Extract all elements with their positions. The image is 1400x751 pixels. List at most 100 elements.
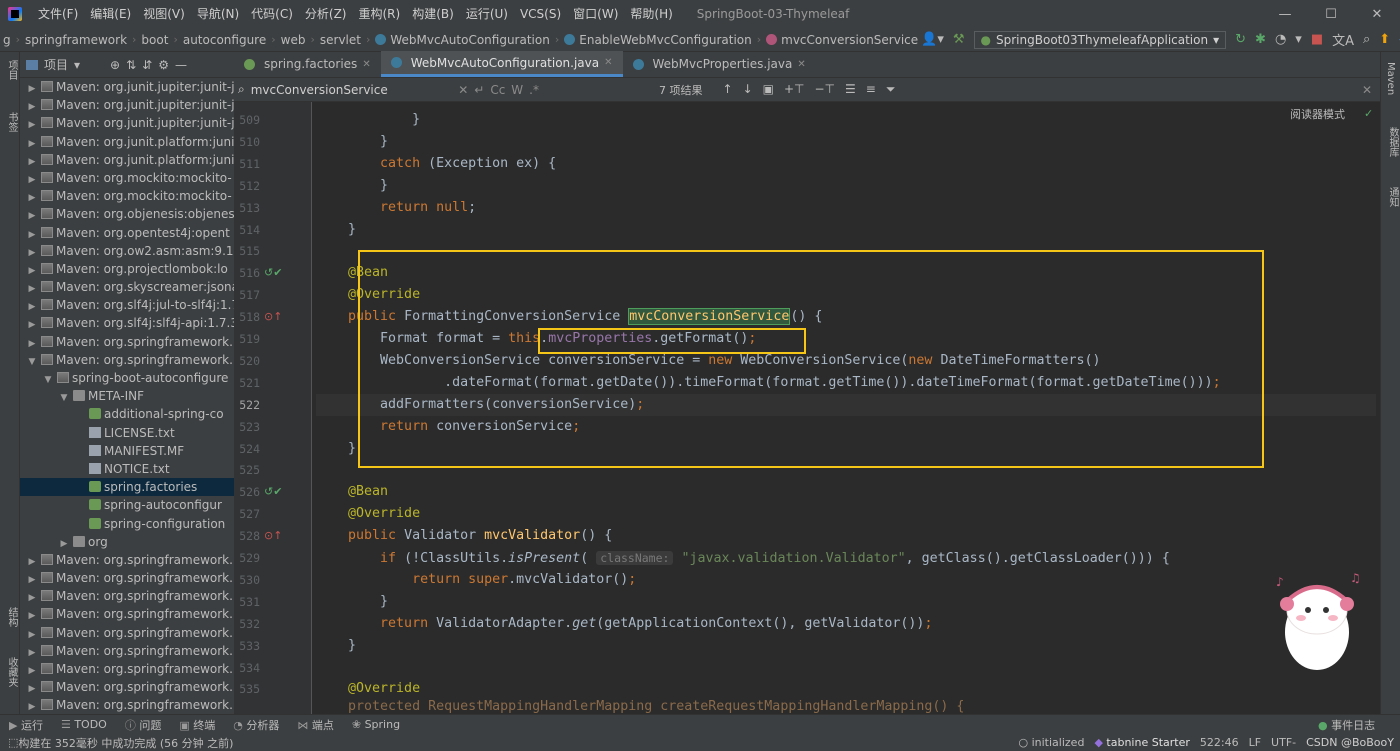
settings-icon[interactable]: ≡ bbox=[866, 82, 876, 97]
chevron-right-icon[interactable]: ▶ bbox=[26, 698, 38, 714]
event-log-button[interactable]: ● 事件日志 bbox=[1318, 717, 1375, 733]
tool-window-button[interactable]: ⋈ 端点 bbox=[288, 717, 343, 733]
breadcrumb-item[interactable]: autoconfigure bbox=[180, 33, 269, 47]
clear-search-icon[interactable]: ✕ bbox=[458, 83, 468, 97]
filter-icon[interactable]: ⏷ bbox=[886, 82, 896, 97]
build-hammer-icon[interactable]: ⚒ bbox=[953, 32, 965, 47]
maximize-button[interactable]: ☐ bbox=[1308, 7, 1354, 22]
expand-all-icon[interactable]: ⇅ bbox=[126, 58, 136, 72]
line-separator[interactable]: LF bbox=[1249, 736, 1261, 749]
open-in-window-icon[interactable]: ▣ bbox=[763, 82, 774, 97]
project-panel-title[interactable]: 项目 bbox=[44, 56, 68, 73]
match-case-option[interactable]: Cc bbox=[490, 83, 505, 97]
menu-item[interactable]: 帮助(H) bbox=[624, 0, 678, 28]
tree-item[interactable]: ▶ Maven: org.objenesis:objenes bbox=[20, 205, 234, 223]
tree-item[interactable]: LICENSE.txt bbox=[20, 424, 234, 442]
tree-item[interactable]: additional-spring-co bbox=[20, 405, 234, 423]
tool-window-button[interactable]: ◔ 分析器 bbox=[224, 717, 288, 733]
breadcrumb-item[interactable]: WebMvcAutoConfiguration bbox=[372, 33, 552, 47]
tool-window-button[interactable]: ▣ 终端 bbox=[170, 717, 224, 733]
collapse-all-icon[interactable]: ⇵ bbox=[142, 58, 152, 72]
tree-item[interactable]: ▶ Maven: org.skyscreamer:jsona bbox=[20, 278, 234, 296]
menu-item[interactable]: 运行(U) bbox=[460, 0, 514, 28]
whole-words-option[interactable]: W bbox=[511, 83, 523, 97]
menu-item[interactable]: 导航(N) bbox=[191, 0, 245, 28]
tree-item[interactable]: ▶ org bbox=[20, 533, 234, 551]
tree-item[interactable]: NOTICE.txt bbox=[20, 460, 234, 478]
bookmarks-tool-tab[interactable]: 书签 bbox=[4, 112, 19, 132]
tool-window-button[interactable]: ▶ 运行 bbox=[0, 717, 52, 733]
rerun-icon[interactable]: ↻ bbox=[1235, 32, 1246, 47]
tree-item[interactable]: ▶ Maven: org.slf4j:slf4j-api:1.7.3 bbox=[20, 314, 234, 332]
user-icon[interactable]: 👤▾ bbox=[921, 32, 944, 47]
menu-item[interactable]: 编辑(E) bbox=[84, 0, 137, 28]
hide-icon[interactable]: — bbox=[175, 58, 187, 72]
tree-item[interactable]: ▶ Maven: org.mockito:mockito- bbox=[20, 187, 234, 205]
tree-item[interactable]: ▶ Maven: org.springframework. bbox=[20, 660, 234, 678]
project-tool-tab[interactable]: 项目 bbox=[4, 60, 19, 80]
menu-item[interactable]: 构建(B) bbox=[406, 0, 460, 28]
tree-item[interactable]: ▶ Maven: org.springframework. bbox=[20, 587, 234, 605]
stop-icon[interactable]: ■ bbox=[1311, 32, 1323, 47]
tree-item[interactable]: ▶ Maven: org.junit.jupiter:junit-j bbox=[20, 114, 234, 132]
debug-icon[interactable]: ✱ bbox=[1255, 32, 1266, 47]
database-tool-tab[interactable]: 数据库 bbox=[1385, 127, 1400, 157]
close-tab-icon[interactable]: ✕ bbox=[362, 59, 370, 70]
tree-item[interactable]: ▶ Maven: org.junit.platform:juni bbox=[20, 133, 234, 151]
tree-item[interactable]: ▶ Maven: org.springframework. bbox=[20, 642, 234, 660]
tree-item[interactable]: ▶ Maven: org.springframework. bbox=[20, 605, 234, 623]
menu-item[interactable]: 分析(Z) bbox=[299, 0, 353, 28]
close-tab-icon[interactable]: ✕ bbox=[604, 57, 612, 68]
maven-tool-tab[interactable]: Maven bbox=[1385, 62, 1396, 95]
close-find-icon[interactable]: ✕ bbox=[1362, 83, 1372, 97]
breadcrumb-item[interactable]: springframework bbox=[22, 33, 130, 47]
reader-mode-button[interactable]: 阅读器模式 bbox=[1290, 106, 1345, 122]
close-window-button[interactable]: ✕ bbox=[1354, 7, 1400, 22]
tree-item[interactable]: ▼ Maven: org.springframework. bbox=[20, 351, 234, 369]
arrow-up-icon[interactable]: ↑ bbox=[723, 82, 733, 97]
editor-tab[interactable]: spring.factories ✕ bbox=[234, 51, 381, 77]
tree-item[interactable]: spring-autoconfigur bbox=[20, 496, 234, 514]
bean-gutter-icon[interactable]: ↺✔ bbox=[264, 485, 282, 498]
close-tab-icon[interactable]: ✕ bbox=[797, 59, 805, 70]
cursor-position[interactable]: 522:46 bbox=[1200, 736, 1239, 749]
tree-item[interactable]: ▶ Maven: org.mockito:mockito- bbox=[20, 169, 234, 187]
breadcrumb-item[interactable]: servlet bbox=[317, 33, 364, 47]
tool-window-button[interactable]: ⓘ 问题 bbox=[116, 717, 171, 733]
find-input[interactable]: ⌕ mvcConversionService ✕ ↵ Cc W .* bbox=[234, 82, 539, 97]
minimize-button[interactable]: — bbox=[1262, 7, 1308, 22]
breadcrumb-item[interactable]: mvcConversionService bbox=[763, 33, 921, 47]
menu-item[interactable]: 窗口(W) bbox=[567, 0, 624, 28]
tree-item[interactable]: ▶ Maven: org.projectlombok:lo bbox=[20, 260, 234, 278]
tree-item[interactable]: ▶ Maven: org.junit.jupiter:junit-j bbox=[20, 78, 234, 96]
tabnine-status[interactable]: ◆ tabnine Starter bbox=[1094, 736, 1189, 749]
initialized-status[interactable]: ○ initialized bbox=[1018, 736, 1084, 749]
translate-icon[interactable]: 文A bbox=[1332, 30, 1354, 49]
breadcrumb-item[interactable]: boot bbox=[138, 33, 171, 47]
tree-item[interactable]: ▶ Maven: org.opentest4j:opent bbox=[20, 224, 234, 242]
tree-item[interactable]: ▶ Maven: org.junit.platform:juni bbox=[20, 151, 234, 169]
tree-item[interactable]: ▼ META-INF bbox=[20, 387, 234, 405]
more-run-icon[interactable]: ▾ bbox=[1295, 32, 1302, 47]
breadcrumb-item[interactable]: web bbox=[278, 33, 309, 47]
update-icon[interactable]: ⬆ bbox=[1379, 32, 1390, 47]
remove-occurrence-icon[interactable]: −⊤ bbox=[814, 82, 835, 97]
breadcrumb-item[interactable]: g bbox=[0, 33, 14, 47]
bean-gutter-icon[interactable]: ↺✔ bbox=[264, 266, 282, 279]
menu-item[interactable]: 文件(F) bbox=[32, 0, 84, 28]
select-all-icon[interactable]: ☰ bbox=[845, 82, 856, 97]
arrow-down-icon[interactable]: ↓ bbox=[743, 82, 753, 97]
tool-window-button[interactable]: ☰ TODO bbox=[52, 718, 116, 731]
search-everywhere-icon[interactable]: ⌕ bbox=[1363, 32, 1370, 47]
add-occurrence-icon[interactable]: +⊤ bbox=[784, 82, 805, 97]
favorites-tool-tab[interactable]: 收藏夹 bbox=[4, 657, 19, 687]
override-gutter-icon[interactable]: ⊙↑ bbox=[264, 310, 282, 323]
tree-item[interactable]: MANIFEST.MF bbox=[20, 442, 234, 460]
editor-tab[interactable]: WebMvcProperties.java ✕ bbox=[623, 51, 816, 77]
tree-item[interactable]: ▶ Maven: org.slf4j:jul-to-slf4j:1.7 bbox=[20, 296, 234, 314]
newline-icon[interactable]: ↵ bbox=[474, 83, 484, 97]
breadcrumb-item[interactable]: EnableWebMvcConfiguration bbox=[561, 33, 754, 47]
regex-option[interactable]: .* bbox=[529, 83, 539, 97]
tree-item[interactable]: ▶ Maven: org.springframework. bbox=[20, 678, 234, 696]
override-gutter-icon[interactable]: ⊙↑ bbox=[264, 529, 282, 542]
